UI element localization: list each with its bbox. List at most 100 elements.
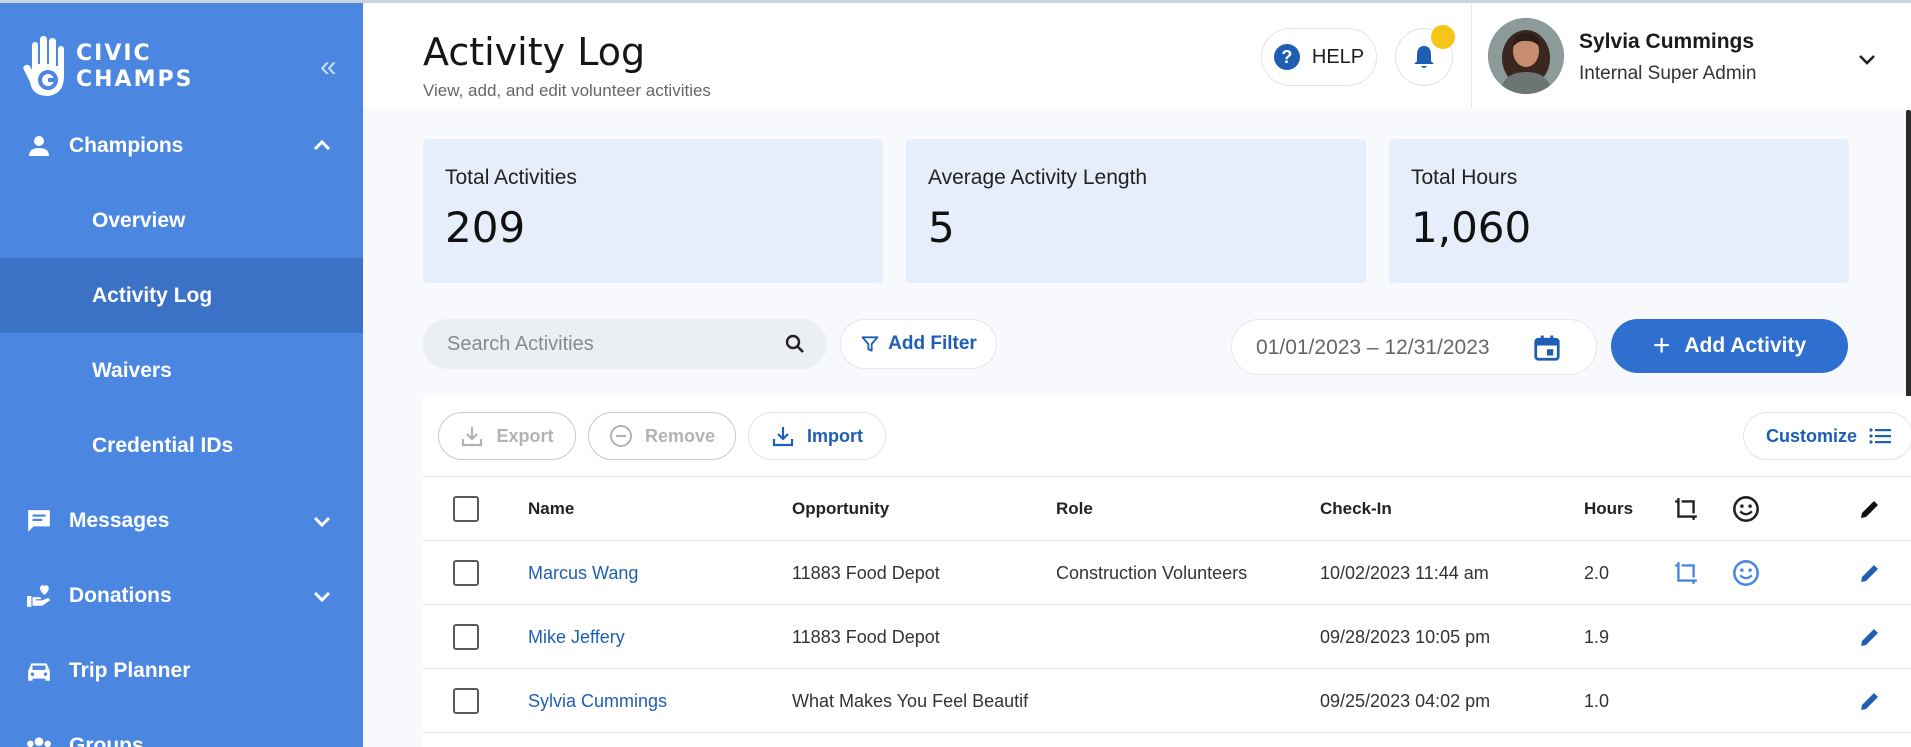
row-checkbox[interactable] (453, 688, 479, 714)
role-cell (1056, 605, 1311, 669)
sidebar: CIVIC CHAMPS « Champions Overview Activi… (0, 0, 363, 747)
help-button[interactable]: ? HELP (1261, 28, 1377, 86)
sidebar-item-label: Champions (69, 133, 184, 157)
remove-button[interactable]: Remove (588, 412, 736, 460)
add-activity-label: Add Activity (1684, 334, 1807, 357)
stat-title: Average Activity Length (928, 166, 1148, 189)
chevron-down-icon[interactable] (310, 509, 334, 533)
customize-button[interactable]: Customize (1743, 412, 1911, 460)
role-cell: Construction Volunteers (1056, 562, 1248, 583)
volunteer-name-link[interactable]: Mike Jeffery (528, 605, 625, 669)
volunteer-name-link[interactable]: Sylvia Cummings (528, 669, 667, 733)
sidebar-item-messages[interactable]: Messages (0, 483, 363, 558)
sidebar-item-activity-log[interactable]: Activity Log (0, 258, 363, 333)
search-input[interactable] (447, 319, 777, 369)
search-box (423, 319, 827, 369)
opportunity-cell: 11883 Food Depot (792, 562, 940, 583)
remove-label: Remove (644, 425, 716, 446)
stat-title: Total Activities (445, 166, 577, 189)
avatar-image (1488, 18, 1564, 94)
sidebar-item-label: Messages (69, 508, 170, 532)
checkin-cell: 10/02/2023 11:44 am (1320, 562, 1489, 583)
sidebar-item-label: Credential IDs (92, 433, 234, 457)
table-header-row: Name Opportunity Role Check-In Hours (423, 476, 1911, 540)
hours-cell: 2.0 (1584, 562, 1610, 583)
avatar[interactable] (1488, 18, 1564, 94)
checkin-cell: 09/25/2023 04:02 pm (1320, 690, 1491, 711)
help-label: HELP (1311, 45, 1365, 68)
crop-icon (1675, 498, 1697, 520)
sidebar-item-groups[interactable]: Groups (0, 708, 363, 747)
export-button[interactable]: Export (438, 412, 576, 460)
list-icon (1869, 428, 1892, 444)
smiley-icon (1733, 496, 1759, 522)
header-divider (1471, 0, 1472, 108)
volunteer-name-link[interactable]: Marcus Wang (528, 541, 638, 605)
stat-card-total-hours: Total Hours 1,060 (1389, 139, 1849, 283)
logo-text: CIVIC CHAMPS (76, 41, 194, 92)
sidebar-item-label: Donations (69, 583, 172, 607)
column-header-opportunity[interactable]: Opportunity (792, 477, 889, 541)
sidebar-item-overview[interactable]: Overview (0, 183, 363, 258)
stat-card-total-activities: Total Activities 209 (423, 139, 883, 283)
car-icon (24, 656, 54, 686)
smiley-icon[interactable] (1732, 559, 1760, 587)
checkin-cell: 09/28/2023 10:05 pm (1320, 626, 1491, 647)
chevron-down-icon[interactable] (310, 584, 334, 608)
row-checkbox[interactable] (453, 560, 479, 586)
chevron-down-icon[interactable] (1855, 47, 1879, 71)
edit-icon[interactable] (1858, 625, 1882, 649)
filter-icon (861, 336, 879, 352)
opportunity-cell: What Makes You Feel Beautif (792, 690, 1029, 711)
date-range-picker[interactable]: 01/01/2023 – 12/31/2023 (1231, 319, 1597, 375)
edit-icon[interactable] (1858, 689, 1882, 713)
table-row[interactable]: Mike Jeffery 11883 Food Depot 09/28/2023… (423, 604, 1911, 668)
edit-icon[interactable] (1858, 561, 1882, 585)
person-icon (24, 131, 54, 161)
double-chevron-left-icon[interactable]: « (320, 52, 337, 82)
sidebar-item-label: Trip Planner (69, 658, 191, 682)
select-all-checkbox[interactable] (453, 496, 479, 522)
stat-card-average-activity-length: Average Activity Length 5 (906, 139, 1366, 283)
column-header-name[interactable]: Name (528, 477, 574, 541)
chevron-up-icon[interactable] (310, 134, 334, 158)
sidebar-item-waivers[interactable]: Waivers (0, 333, 363, 408)
stat-value: 5 (928, 203, 955, 252)
sidebar-item-label: Groups (69, 733, 144, 747)
sidebar-item-champions[interactable]: Champions (0, 108, 363, 183)
minus-circle-icon (609, 425, 632, 447)
import-label: Import (807, 425, 863, 446)
sidebar-item-label: Overview (92, 208, 186, 232)
user-role: Internal Super Admin (1579, 63, 1757, 84)
table-row[interactable]: Sylvia Cummings What Makes You Feel Beau… (423, 668, 1911, 732)
page-title: Activity Log (423, 30, 646, 74)
row-checkbox[interactable] (453, 624, 479, 650)
chat-icon (24, 506, 54, 536)
sidebar-item-donations[interactable]: Donations (0, 558, 363, 633)
sidebar-item-label: Waivers (92, 358, 172, 382)
column-header-role[interactable]: Role (1056, 477, 1093, 541)
stat-value: 1,060 (1411, 203, 1532, 252)
logo[interactable]: CIVIC CHAMPS (22, 36, 193, 98)
sidebar-item-credential-ids[interactable]: Credential IDs (0, 408, 363, 483)
crop-icon[interactable] (1673, 560, 1699, 586)
page-subtitle: View, add, and edit volunteer activities (423, 81, 711, 100)
export-label: Export (496, 425, 554, 446)
opportunity-cell: 11883 Food Depot (792, 626, 940, 647)
user-name: Sylvia Cummings (1579, 30, 1755, 53)
add-activity-button[interactable]: + Add Activity (1611, 319, 1848, 373)
column-header-check-in[interactable]: Check-In (1320, 477, 1392, 541)
hours-cell: 1.9 (1584, 626, 1610, 647)
sidebar-item-trip-planner[interactable]: Trip Planner (0, 633, 363, 708)
search-icon[interactable] (783, 332, 807, 356)
calendar-icon[interactable] (1532, 333, 1562, 363)
add-filter-button[interactable]: Add Filter (840, 319, 997, 369)
date-range-value: 01/01/2023 – 12/31/2023 (1256, 336, 1490, 359)
column-header-hours[interactable]: Hours (1584, 477, 1633, 541)
table-row[interactable]: Marcus Wang 11883 Food Depot Constructio… (423, 540, 1911, 604)
bell-icon (1414, 46, 1434, 68)
hours-cell: 1.0 (1584, 690, 1610, 711)
import-button[interactable]: Import (748, 412, 886, 460)
role-cell (1056, 669, 1311, 733)
plus-icon: + (1652, 329, 1671, 362)
